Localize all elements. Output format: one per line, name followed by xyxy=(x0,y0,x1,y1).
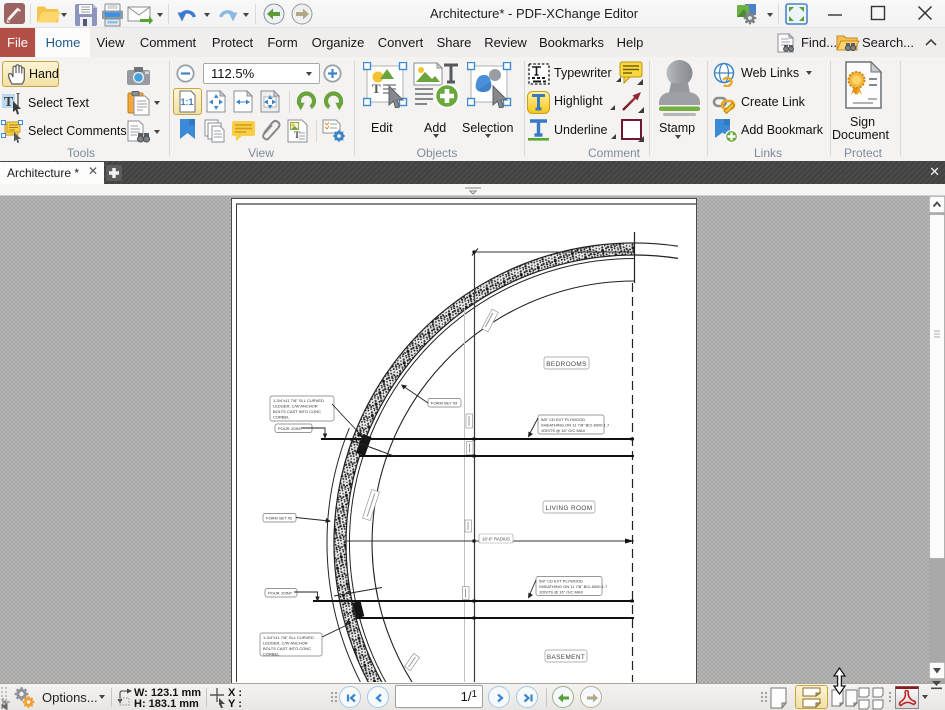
svg-text:5/8" CD EXT PLYWOOD: 5/8" CD EXT PLYWOOD xyxy=(539,579,583,584)
svg-text:1-3/4"x11 7/8" SLL CURVED: 1-3/4"x11 7/8" SLL CURVED xyxy=(263,635,314,640)
svg-text:BASEMENT: BASEMENT xyxy=(547,654,585,661)
svg-text:POUR JOINT: POUR JOINT xyxy=(278,426,303,431)
svg-text:1:1: 1:1 xyxy=(180,97,193,107)
svg-text:BOLTS CAST INTO CONC: BOLTS CAST INTO CONC xyxy=(273,409,321,414)
svg-text:CORBEL: CORBEL xyxy=(273,415,290,420)
svg-text:SHEATHING ON 11 7/8" BCI-6000: SHEATHING ON 11 7/8" BCI-6000 1.7 xyxy=(539,584,608,589)
svg-text:CORBEL: CORBEL xyxy=(263,652,280,657)
svg-text:1-3/4"x11 7/8" SLL CURVED: 1-3/4"x11 7/8" SLL CURVED xyxy=(273,398,324,403)
svg-text:LEDGER, C/W ANCHOR: LEDGER, C/W ANCHOR xyxy=(263,641,308,646)
svg-text:T: T xyxy=(4,95,14,110)
svg-text:T: T xyxy=(372,81,381,96)
svg-text:BOLTS CAST INTO CONC: BOLTS CAST INTO CONC xyxy=(263,646,311,651)
svg-text:5/8" CD EXT PLYWOOD: 5/8" CD EXT PLYWOOD xyxy=(541,417,585,422)
svg-text:FORM SET #2: FORM SET #2 xyxy=(266,516,293,521)
svg-text:16'-0" RADIUS: 16'-0" RADIUS xyxy=(482,537,510,542)
svg-text:LEDGER, C/W ANCHOR: LEDGER, C/W ANCHOR xyxy=(273,404,318,409)
svg-text:JOISTS @ 16" O/C MAX: JOISTS @ 16" O/C MAX xyxy=(539,590,583,595)
svg-text:POUR JOINT: POUR JOINT xyxy=(268,591,293,596)
svg-text:SHEATHING ON 11 7/8" BCI-6000: SHEATHING ON 11 7/8" BCI-6000 1.7 xyxy=(541,423,610,428)
svg-text:JOISTS @ 16" O/C MAX: JOISTS @ 16" O/C MAX xyxy=(541,428,585,433)
svg-text:BEDROOMS: BEDROOMS xyxy=(546,361,586,368)
svg-text:LIVING ROOM: LIVING ROOM xyxy=(545,505,592,512)
svg-text:FORM SET #3: FORM SET #3 xyxy=(431,401,458,406)
